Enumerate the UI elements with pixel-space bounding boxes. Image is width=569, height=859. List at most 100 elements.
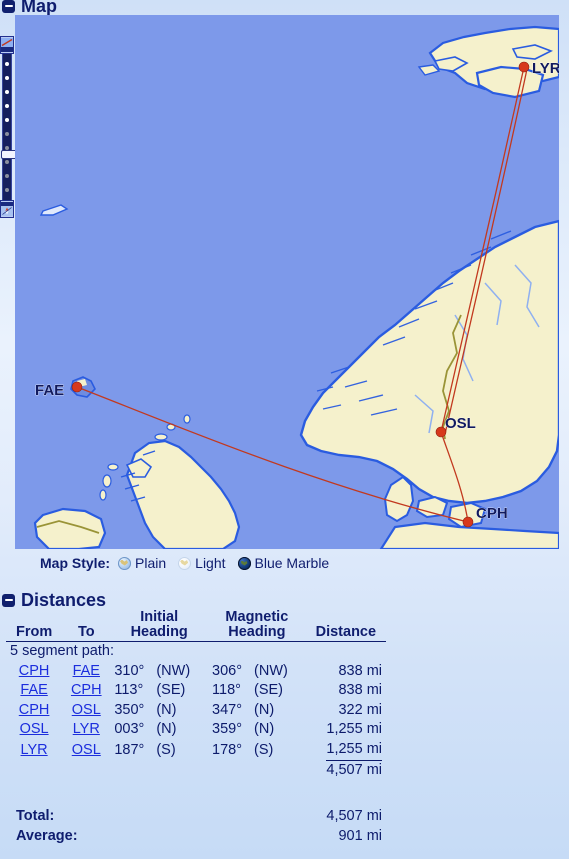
minus-icon[interactable]	[2, 593, 15, 607]
table-row: OSL LYR 003° (N) 359° (N) 1,255 mi	[6, 720, 386, 740]
total-label: Total:	[16, 808, 55, 824]
column-header-to: To	[62, 610, 111, 642]
zoom-tick	[5, 174, 9, 178]
distances-section-title: Distances	[21, 590, 107, 610]
magnetic-heading-degrees: 178°	[212, 741, 243, 758]
average-label: Average:	[16, 828, 78, 844]
map-style-option-light[interactable]: Light	[178, 555, 226, 571]
average-row: Average: 901 mi	[6, 826, 386, 846]
distances-table-header: From To Initial Heading Magnetic Heading…	[6, 610, 386, 642]
segment-path-caption-row: 5 segment path:	[6, 642, 386, 662]
map-style-option-plain[interactable]: Plain	[118, 555, 166, 571]
initial-heading-degrees: 113°	[114, 682, 144, 698]
table-row: LYR OSL 187° (S) 178° (S) 1,255 mi	[6, 740, 386, 761]
column-header-line2: Heading	[130, 624, 188, 640]
map-style-option-label: Blue Marble	[254, 555, 330, 571]
airport-link-from[interactable]: FAE	[20, 682, 47, 698]
initial-heading-direction: (N)	[156, 721, 177, 737]
initial-heading-degrees: 350°	[114, 701, 145, 718]
airport-link-from[interactable]: CPH	[19, 702, 50, 718]
magnetic-heading-degrees: 306°	[212, 662, 243, 679]
initial-heading-degrees: 003°	[114, 721, 145, 737]
map-style-option-label: Plain	[135, 555, 167, 571]
magnetic-heading-direction: (S)	[254, 741, 274, 758]
minus-icon[interactable]	[2, 0, 15, 13]
airport-link-to[interactable]: LYR	[73, 721, 100, 737]
city-marker-lyr	[518, 61, 530, 73]
distances-table: From To Initial Heading Magnetic Heading…	[6, 610, 386, 781]
totals-panel: Total: 4,507 mi Average: 901 mi	[6, 806, 386, 846]
subtotal-row: 4,507 mi	[6, 761, 386, 781]
segment-distance: 1,255 mi	[326, 721, 382, 737]
magnetic-heading-degrees: 359°	[212, 721, 243, 737]
map-style-label: Map Style:	[40, 555, 111, 571]
zoom-tick	[5, 62, 9, 66]
average-value: 901 mi	[338, 828, 382, 844]
zoom-tick	[5, 118, 9, 122]
distances-table-body: 5 segment path: CPH FAE 310° (NW) 306° (NW…	[6, 642, 386, 781]
zoom-tick	[5, 132, 9, 136]
total-value: 4,507 mi	[326, 808, 382, 824]
segment-distance: 838 mi	[338, 662, 382, 679]
segment-distance: 838 mi	[338, 682, 382, 698]
globe-blue-marble-icon	[237, 556, 251, 570]
total-row: Total: 4,507 mi	[6, 806, 386, 826]
column-header-distance: Distance	[305, 610, 386, 642]
zoom-extent-icon[interactable]	[0, 36, 14, 54]
magnetic-heading-direction: (N)	[254, 701, 275, 718]
column-header-line1: Magnetic	[225, 609, 289, 625]
magnetic-heading-degrees: 118°	[212, 682, 241, 698]
magnetic-heading-direction: (N)	[254, 721, 275, 737]
airport-link-to[interactable]: FAE	[73, 663, 100, 679]
initial-heading-direction: (S)	[156, 741, 176, 758]
magnetic-heading-direction: (SE)	[254, 682, 284, 698]
initial-heading-direction: (NW)	[156, 662, 191, 679]
map-style-control: Map Style: Plain Light Blue Marble	[0, 552, 569, 574]
map-canvas[interactable]: LYR FAE OSL CPH	[15, 15, 559, 549]
compass-icon[interactable]	[0, 200, 14, 218]
map-graphic: LYR FAE OSL CPH	[15, 15, 559, 549]
magnetic-heading-degrees: 347°	[212, 701, 243, 718]
column-header-line2: Heading	[228, 624, 286, 640]
map-zoom-control[interactable]	[0, 36, 17, 218]
zoom-tick	[5, 104, 9, 108]
distances-section-header[interactable]: Distances	[0, 591, 106, 609]
magnetic-heading-direction: (NW)	[254, 662, 288, 679]
airport-link-from[interactable]: LYR	[21, 742, 48, 758]
airport-link-from[interactable]: OSL	[20, 721, 49, 737]
column-header-line1: Initial	[140, 609, 179, 625]
subtotal-distance: 4,507 mi	[326, 762, 382, 778]
initial-heading-direction: (SE)	[156, 682, 186, 698]
map-section-title: Map	[21, 0, 57, 16]
city-label-fae: FAE	[35, 382, 64, 399]
city-label-osl: OSL	[445, 415, 476, 432]
map-style-option-blue-marble[interactable]: Blue Marble	[237, 555, 330, 571]
zoom-tick	[5, 76, 9, 80]
column-header-magnetic-heading: Magnetic Heading	[208, 610, 306, 642]
zoom-tick	[5, 188, 9, 192]
table-row: CPH FAE 310° (NW) 306° (NW) 838 mi	[6, 662, 386, 682]
airport-link-to[interactable]: OSL	[72, 702, 101, 718]
airport-link-from[interactable]: CPH	[19, 663, 50, 679]
city-marker-cph	[462, 516, 474, 528]
segment-distance: 1,255 mi	[326, 740, 382, 761]
globe-light-icon	[178, 556, 192, 570]
airport-link-to[interactable]: CPH	[71, 682, 102, 698]
airport-link-to[interactable]: OSL	[72, 742, 101, 758]
initial-heading-degrees: 187°	[114, 741, 145, 758]
initial-heading-degrees: 310°	[114, 662, 145, 679]
zoom-tick	[5, 160, 9, 164]
segment-distance: 322 mi	[338, 701, 382, 718]
column-header-initial-heading: Initial Heading	[110, 609, 209, 642]
city-label-lyr: LYR	[532, 60, 559, 77]
map-panel: LYR FAE OSL CPH	[0, 15, 569, 550]
zoom-slider-track[interactable]	[1, 54, 17, 200]
table-row: FAE CPH 113° (SE) 118° (SE) 838 mi	[6, 681, 386, 701]
zoom-tick	[5, 90, 9, 94]
table-row: CPH OSL 350° (N) 347° (N) 322 mi	[6, 701, 386, 721]
initial-heading-direction: (N)	[156, 701, 177, 718]
globe-plain-icon	[118, 556, 132, 570]
city-label-cph: CPH	[476, 505, 508, 522]
column-header-from: From	[6, 610, 63, 642]
city-marker-fae	[71, 381, 83, 393]
